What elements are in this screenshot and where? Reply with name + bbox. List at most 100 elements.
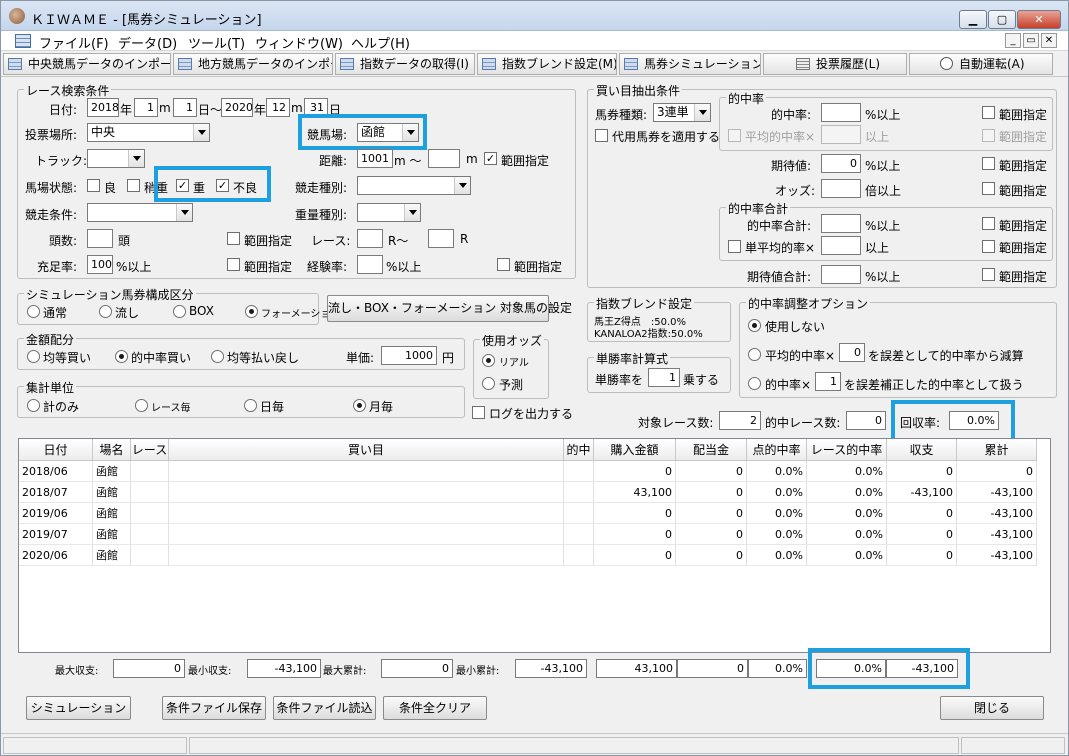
close-window-button[interactable]: ✕ (1017, 10, 1061, 29)
expect-range-checkbox[interactable] (982, 157, 995, 170)
target-horse-setting-button[interactable]: 流し・BOX・フォーメーション 対象馬の設定 (327, 295, 572, 322)
log-output-checkbox[interactable] (472, 406, 485, 419)
column-header[interactable]: 場名 (93, 439, 131, 461)
from-month-input[interactable]: 1 (134, 98, 158, 117)
exp-sum-input[interactable] (821, 265, 861, 284)
agg-race-radio[interactable] (135, 399, 148, 412)
avg-hit-checkbox[interactable] (728, 129, 741, 142)
from-day-input[interactable]: 1 (173, 98, 197, 117)
menu-tools[interactable]: ツール(T) (188, 33, 245, 52)
venue-select[interactable]: 中央 (87, 123, 210, 142)
weight-type-select[interactable] (357, 203, 421, 222)
import-local-button[interactable]: 地方競馬データのインポート(N) (173, 53, 333, 75)
column-header[interactable]: 累計 (957, 439, 1037, 461)
substitute-checkbox[interactable] (595, 129, 608, 142)
course-select[interactable]: 函館 (357, 123, 419, 142)
heads-input[interactable] (87, 229, 113, 248)
load-conditions-button[interactable]: 条件ファイル読込 (273, 696, 376, 720)
cond-slight-checkbox[interactable] (127, 179, 140, 192)
column-header[interactable]: 収支 (887, 439, 957, 461)
exp-input[interactable] (357, 255, 383, 274)
column-header[interactable]: 点的中率 (747, 439, 807, 461)
import-central-button[interactable]: 中央競馬データのインポート(J) (3, 53, 171, 75)
to-day-input[interactable]: 31 (304, 98, 328, 117)
column-header[interactable]: 日付 (19, 439, 93, 461)
distance-to-input[interactable] (428, 149, 460, 168)
exp-range-checkbox[interactable] (497, 258, 510, 271)
adjust-avg-input[interactable]: 0 (839, 343, 865, 362)
sim-formation-radio[interactable] (245, 305, 258, 318)
fill-input[interactable]: 100 (87, 255, 113, 274)
expect-input[interactable]: 0 (821, 154, 861, 173)
cond-heavy-checkbox[interactable]: ✓ (176, 179, 189, 192)
avg-hit-input[interactable] (821, 125, 861, 144)
column-header[interactable]: 購入金額 (594, 439, 676, 461)
result-table[interactable]: 日付 場名 レース 買い目 的中 購入金額 配当金 点的中率 レース的中率 収支 累計 2018/0… (18, 438, 1051, 653)
ticket-type-select[interactable]: 3連単 (653, 103, 711, 122)
close-button[interactable]: 閉じる (940, 696, 1044, 720)
clear-conditions-button[interactable]: 条件全クリア (383, 696, 487, 720)
auto-run-button[interactable]: 自動運転(A) (909, 53, 1053, 75)
money-hitrate-radio[interactable] (115, 350, 128, 363)
mdi-minimize-button[interactable]: _ (1005, 33, 1021, 48)
menu-file[interactable]: ファイル(F) (39, 33, 109, 52)
win-rate-input[interactable]: 1 (648, 368, 680, 387)
odds-range-checkbox[interactable] (982, 182, 995, 195)
minimize-button[interactable]: ▁ (959, 10, 987, 29)
odds-predict-radio[interactable] (482, 377, 495, 390)
distance-range-checkbox[interactable]: ✓ (484, 152, 497, 165)
adjust-rate-radio[interactable] (748, 377, 761, 390)
fetch-index-button[interactable]: 指数データの取得(I) (335, 53, 475, 75)
money-equal-radio[interactable] (27, 350, 40, 363)
simulate-button[interactable]: シミュレーション (26, 696, 131, 720)
maximize-button[interactable]: ▢ (988, 10, 1016, 29)
mdi-restore-button[interactable]: ▭ (1023, 33, 1039, 48)
save-conditions-button[interactable]: 条件ファイル保存 (162, 696, 266, 720)
agg-month-radio[interactable] (353, 399, 366, 412)
menu-data[interactable]: データ(D) (118, 33, 177, 52)
race-condition-select[interactable] (87, 203, 193, 222)
sim-nagashi-radio[interactable] (99, 305, 112, 318)
adjust-rate-input[interactable]: 1 (815, 372, 841, 391)
unit-price-input[interactable]: 1000 (381, 346, 437, 365)
single-avg-checkbox[interactable] (728, 240, 741, 253)
single-avg-input[interactable] (821, 236, 861, 255)
race-to-input[interactable] (428, 229, 454, 248)
race-from-input[interactable] (357, 229, 383, 248)
odds-real-radio[interactable] (482, 354, 495, 367)
agg-total-radio[interactable] (27, 399, 40, 412)
hit-rate-range-checkbox[interactable] (982, 106, 995, 119)
mdi-close-button[interactable]: ✕ (1041, 33, 1057, 48)
sim-box-radio[interactable] (173, 305, 186, 318)
fill-range-checkbox[interactable] (227, 258, 240, 271)
track-select[interactable] (87, 149, 145, 168)
sim-normal-radio[interactable] (27, 305, 40, 318)
cond-bad-checkbox[interactable]: ✓ (216, 179, 229, 192)
single-avg-range-checkbox[interactable] (982, 240, 995, 253)
buy-odds-input[interactable] (821, 179, 861, 198)
heads-range-checkbox[interactable] (227, 232, 240, 245)
money-refund-radio[interactable] (211, 350, 224, 363)
ticket-sim-button[interactable]: 馬券シミュレーション(B) (619, 53, 761, 75)
adjust-avg-radio[interactable] (748, 348, 761, 361)
column-header[interactable]: 配当金 (676, 439, 747, 461)
vote-history-button[interactable]: 投票履歴(L) (763, 53, 907, 75)
adjust-none-radio[interactable] (748, 319, 761, 332)
column-header[interactable]: 的中 (564, 439, 594, 461)
hit-sum-input[interactable] (821, 214, 861, 233)
race-type-select[interactable] (357, 176, 471, 195)
to-month-input[interactable]: 12 (266, 98, 290, 117)
avg-hit-range-checkbox[interactable] (982, 129, 995, 142)
menu-window[interactable]: ウィンドウ(W) (255, 33, 343, 52)
index-blend-button[interactable]: 指数ブレンド設定(M) (477, 53, 617, 75)
cond-good-checkbox[interactable] (87, 179, 100, 192)
column-header[interactable]: 買い目 (169, 439, 564, 461)
agg-day-radio[interactable] (244, 399, 257, 412)
menu-help[interactable]: ヘルプ(H) (351, 33, 410, 52)
from-year-input[interactable]: 2018 (87, 98, 119, 117)
distance-from-input[interactable]: 1001 (357, 149, 393, 168)
hit-sum-range-checkbox[interactable] (982, 217, 995, 230)
column-header[interactable]: レース的中率 (807, 439, 887, 461)
exp-sum-range-checkbox[interactable] (982, 268, 995, 281)
to-year-input[interactable]: 2020 (221, 98, 253, 117)
